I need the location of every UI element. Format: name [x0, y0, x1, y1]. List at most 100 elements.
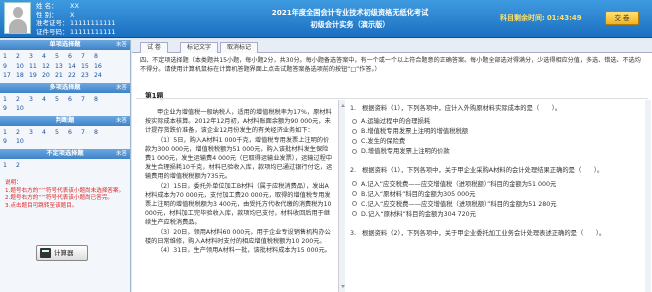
legend-title: 说明： — [5, 180, 22, 186]
question-link[interactable]: 23 — [81, 71, 94, 81]
name-label: 姓 名： — [36, 2, 58, 10]
radio-icon[interactable] — [352, 148, 357, 154]
question-link[interactable]: 7 — [81, 128, 94, 138]
gender-value: X — [70, 10, 75, 19]
option-text: 发生的保险费 — [367, 138, 406, 146]
question-link[interactable]: 6 — [68, 95, 81, 105]
question-grid: 1 2 3 4 5 6 7 8 9 10 — [0, 126, 130, 149]
answer-option[interactable]: D.增值税专用发票上注明的价款 — [350, 147, 642, 157]
question-link[interactable]: 12 — [42, 62, 55, 72]
question-link[interactable]: 14 — [68, 62, 81, 72]
question-link[interactable]: 9 — [3, 62, 16, 72]
radio-icon[interactable] — [352, 201, 357, 207]
question-link[interactable]: 2 — [16, 128, 29, 138]
question-link[interactable]: 24 — [94, 71, 107, 81]
timer-label: 科目剩余时间: — [500, 14, 545, 22]
section-title: 判断题 — [55, 116, 75, 124]
answer-option[interactable]: D.记入“原材料”科目的金额为304 720元 — [350, 210, 642, 220]
question-link[interactable]: 2 — [16, 52, 29, 62]
radio-icon[interactable] — [352, 118, 357, 124]
question-link[interactable]: 11 — [29, 62, 42, 72]
question-link[interactable]: 9 — [3, 137, 16, 147]
question-link[interactable]: 10 — [16, 62, 29, 72]
question-link[interactable]: 6 — [68, 52, 81, 62]
question-link[interactable]: 9 — [3, 104, 16, 114]
question-link[interactable]: 4 — [42, 128, 55, 138]
tab-paper[interactable]: 试 卷 — [140, 42, 168, 53]
question-link[interactable]: 16 — [94, 62, 107, 72]
question-stem: 2. 根据资料（1），下列各项中，关于甲企业采购A材料的会计处理结果正确的是（ ）… — [350, 166, 642, 176]
question-link[interactable]: 20 — [42, 71, 55, 81]
answer-option[interactable]: C.发生的保险费 — [350, 137, 642, 147]
tab-unmark[interactable]: 取消标记 — [220, 42, 259, 53]
question-link[interactable]: 2 — [16, 161, 29, 171]
top-bar: 姓 名： XX 性 别： X 准考证号： 11111111111 证件号码： 11111… — [0, 0, 652, 38]
question-link[interactable]: 2 — [16, 95, 29, 105]
question-link[interactable]: 3 — [29, 95, 42, 105]
question-link[interactable]: 13 — [55, 62, 68, 72]
question-link[interactable]: 1 — [3, 52, 16, 62]
question-link[interactable]: 8 — [94, 128, 107, 138]
material-scrollbar[interactable] — [338, 100, 345, 292]
question-link[interactable]: 7 — [81, 52, 94, 62]
question-link[interactable]: 10 — [16, 137, 29, 147]
name-value: XX — [70, 2, 79, 10]
material-paragraph: （2）15日，委托外单位加工B材料（属于应税消费品），发出A材料成本为70 00… — [145, 182, 332, 227]
main-panel: 试 卷 标记文字 取消标记 四、不定项选择题（本类题共15小题，每小题2分，共3… — [132, 40, 652, 292]
section-header[interactable]: 单项选择题 未答 — [0, 40, 130, 50]
id-value: 11111111111 — [70, 27, 116, 36]
question-link[interactable]: 1 — [3, 95, 16, 105]
radio-icon[interactable] — [352, 181, 357, 187]
answer-option[interactable]: C.记入“应交税费——应交增值税（进项税额）”科目的金额为51 280元 — [350, 200, 642, 210]
question-link[interactable]: 18 — [16, 71, 29, 81]
radio-icon[interactable] — [352, 138, 357, 144]
question-stem-text: 根据资料（1），下列各项中，关于甲企业采购A材料的会计处理结果正确的是（ ）。 — [362, 167, 604, 175]
question-link[interactable]: 17 — [3, 71, 16, 81]
avatar — [4, 2, 31, 34]
question-link[interactable]: 1 — [3, 128, 16, 138]
section-header[interactable]: 判断题 未答 — [0, 115, 130, 126]
question-link[interactable]: 15 — [81, 62, 94, 72]
question-link[interactable]: 5 — [55, 128, 68, 138]
section-header[interactable]: 不定项选择题 未答 — [0, 148, 130, 159]
question-link[interactable]: 5 — [55, 95, 68, 105]
question-link[interactable]: 3 — [29, 128, 42, 138]
question-grid: 12 — [0, 159, 130, 173]
question-link[interactable]: 22 — [68, 71, 81, 81]
question-link[interactable]: 19 — [29, 71, 42, 81]
question-stem-text: 根据资料（2），下列各项中，关于甲企业委托加工业务会计处理表述正确的是（ ）。 — [362, 229, 606, 237]
exam-title-line2: 初级会计实务（演示版） — [310, 20, 390, 29]
question-link[interactable]: 5 — [55, 52, 68, 62]
question-stem-number: 3. — [350, 229, 357, 237]
answer-option[interactable]: A.运输过程中的合理损耗 — [350, 117, 642, 127]
question-link[interactable]: 6 — [68, 128, 81, 138]
question-link[interactable]: 8 — [94, 52, 107, 62]
question-link[interactable]: 1 — [3, 161, 16, 171]
exam-title-line1: 2021年度全国会计专业技术初级资格无纸化考试 — [271, 8, 429, 17]
questions-scrollbar[interactable] — [645, 100, 651, 292]
calculator-button[interactable]: 计算器 — [36, 245, 88, 261]
question-link[interactable]: 4 — [42, 95, 55, 105]
question-link[interactable]: 21 — [55, 71, 68, 81]
question-link[interactable]: 3 — [29, 52, 42, 62]
calculator-icon — [40, 248, 51, 258]
submit-button[interactable]: 交 卷 — [605, 11, 639, 25]
radio-icon[interactable] — [352, 128, 357, 134]
answer-option[interactable]: B.增值税专用发票上注明的增值税税额 — [350, 127, 642, 137]
question-link[interactable]: 7 — [81, 95, 94, 105]
question-link[interactable]: 10 — [16, 104, 29, 114]
material-paragraph: （3）20日，领用A材料60 000元，用于企业专设销售机构办公楼的日常维修，购… — [145, 228, 331, 245]
answer-option[interactable]: A.记入“应交税费——应交增值税（进项税额）”科目的金额为51 000元 — [350, 180, 642, 190]
question-link[interactable]: 8 — [94, 95, 107, 105]
option-text: 增值税专用发票上注明的增值税税额 — [367, 128, 469, 136]
tab-mark[interactable]: 标记文字 — [180, 42, 219, 53]
option-letter: D. — [361, 210, 368, 218]
exam-title: 2021年度全国会计专业技术初级资格无纸化考试 初级会计实务（演示版） — [230, 7, 470, 31]
answer-option[interactable]: B.记入“原材料”科目的金额为305 000元 — [350, 190, 642, 200]
radio-icon[interactable] — [352, 211, 357, 217]
section-instruction: 四、不定项选择题（本类题共15小题，每小题2分，共30分。每小题备选答案中，有一… — [140, 57, 641, 73]
radio-icon[interactable] — [352, 191, 357, 197]
question-link[interactable]: 4 — [42, 52, 55, 62]
section-status: 未答 — [115, 150, 127, 157]
section-header[interactable]: 多项选择题 未答 — [0, 82, 130, 93]
